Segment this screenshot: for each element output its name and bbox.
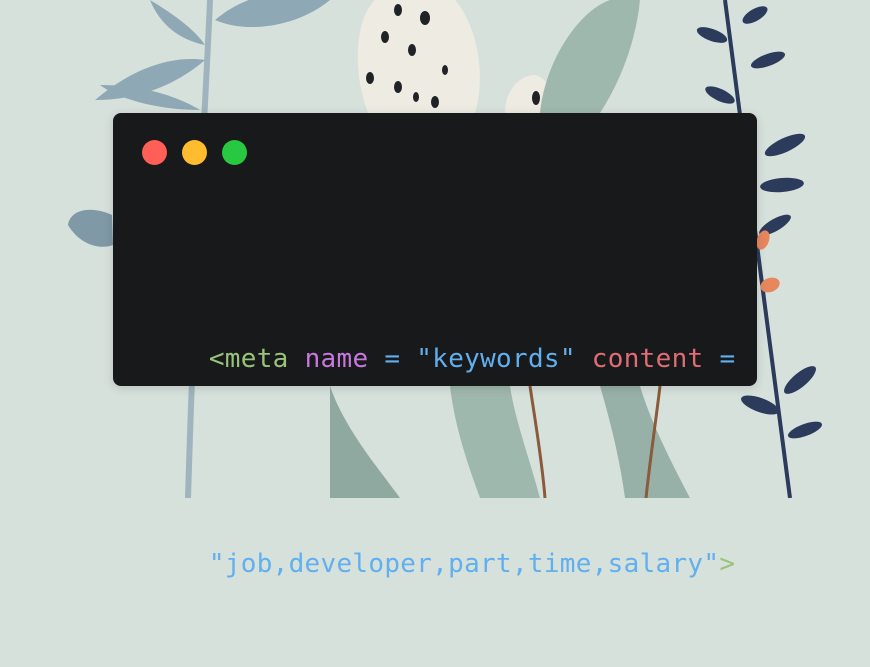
minimize-dot-icon[interactable] [182, 140, 207, 165]
close-dot-icon[interactable] [142, 140, 167, 165]
code-block: <meta name = "keywords" content = "job,d… [145, 216, 745, 667]
token-attr-content: content [591, 344, 704, 374]
zoom-dot-icon[interactable] [222, 140, 247, 165]
token-string-keywords: "keywords" [416, 344, 576, 374]
token-tag-close: > [719, 549, 736, 579]
token-operator: = [703, 344, 736, 374]
code-line-2: "job,developer,part,time,salary"> [145, 503, 745, 626]
token-tag-open: <meta [208, 344, 289, 374]
token-operator: = [368, 344, 417, 374]
green-leaf-top [540, 0, 640, 113]
speckled-pod [357, 0, 553, 113]
code-line-1: <meta name = "keywords" content = [145, 298, 745, 421]
token-attr-name: name [304, 344, 369, 374]
token-string-content: "job,developer,part,time,salary" [208, 549, 720, 579]
